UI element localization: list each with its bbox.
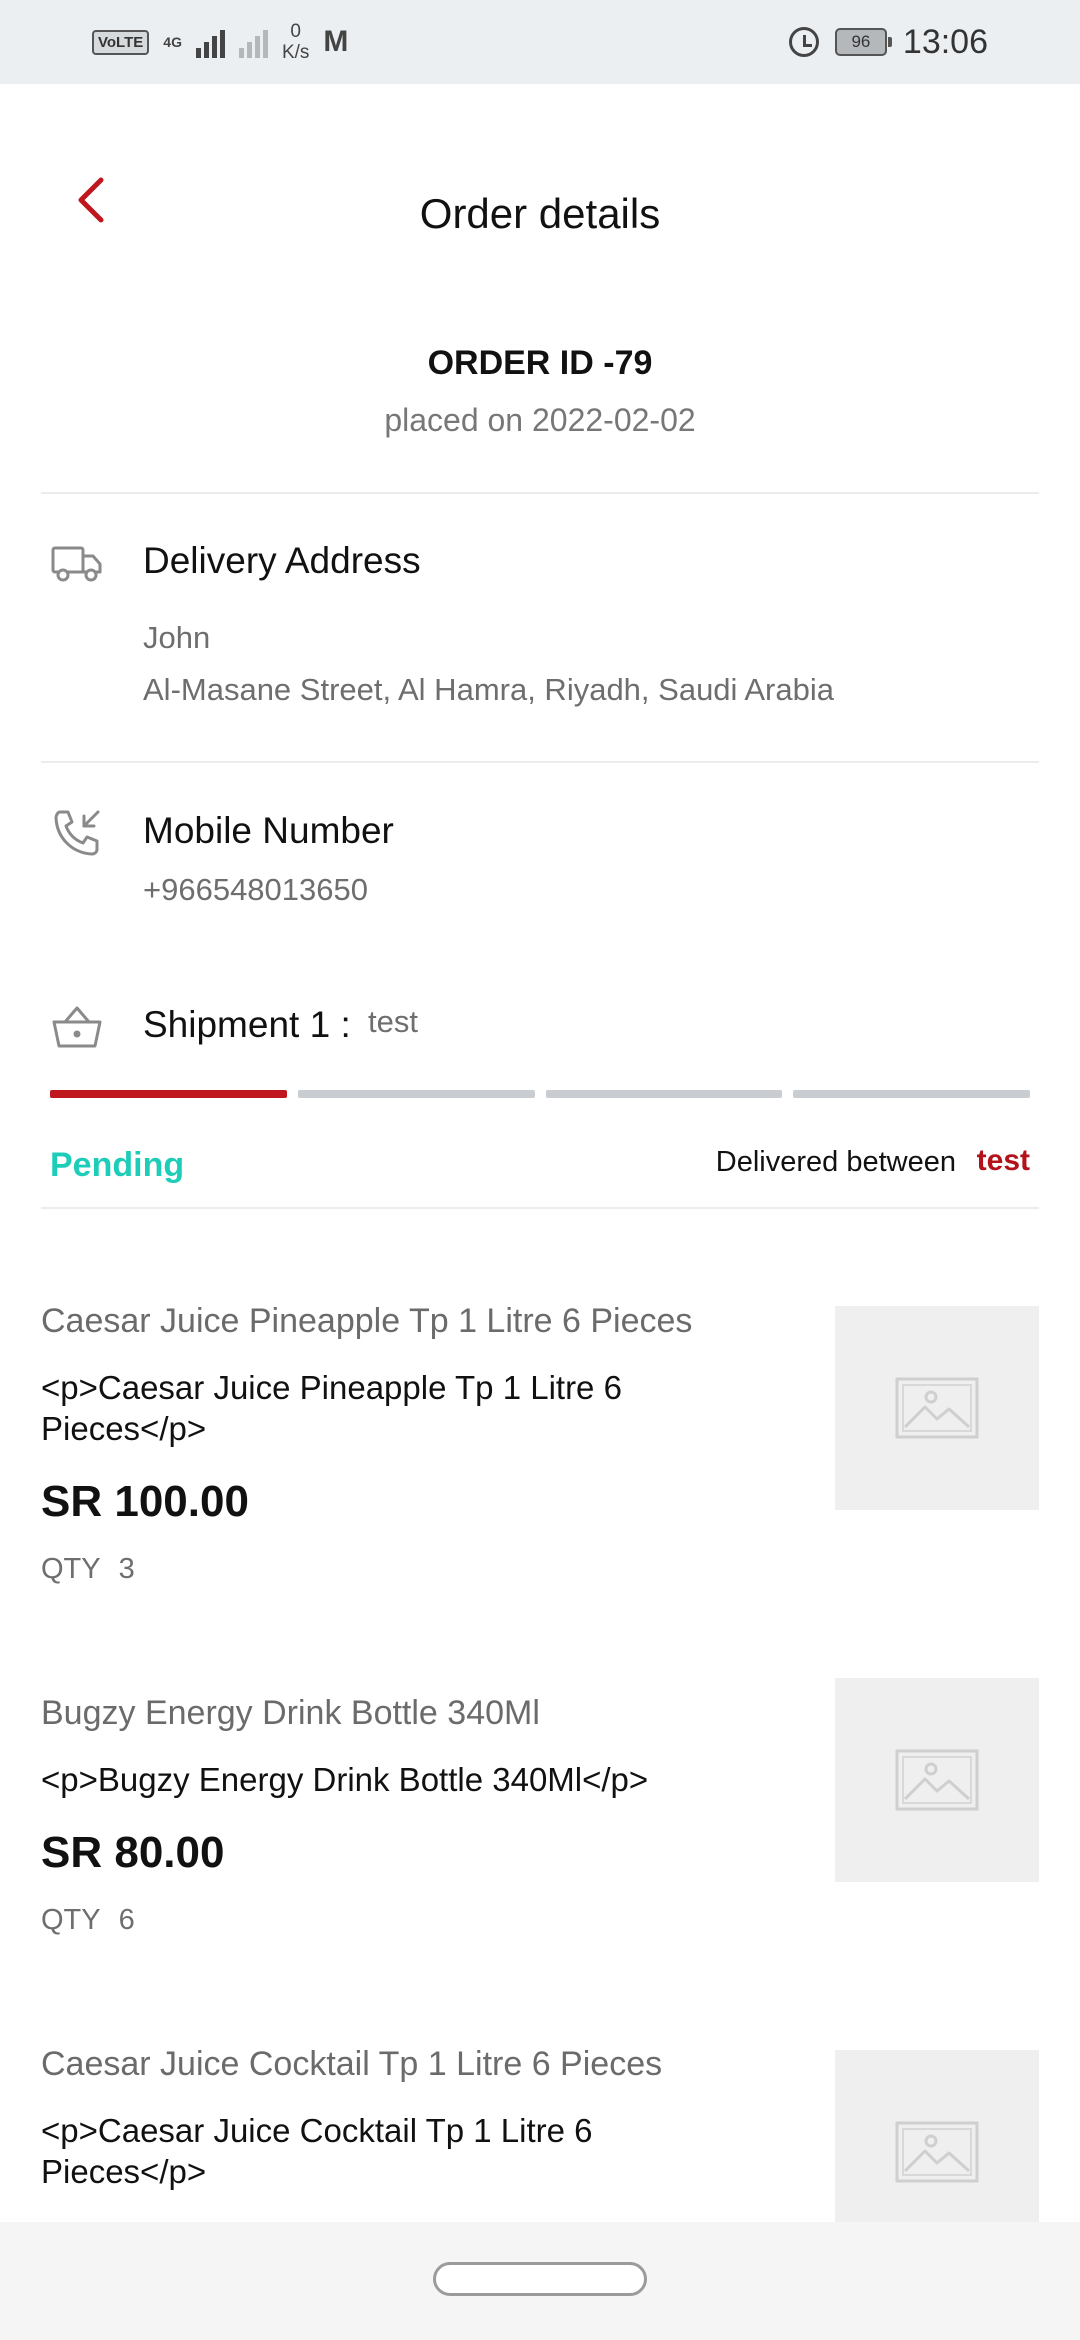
product-item[interactable]: Bugzy Energy Drink Bottle 340Ml <p>Bugzy… [41,1678,1039,1937]
progress-step-3 [545,1090,783,1098]
product-description: <p>Caesar Juice Pineapple Tp 1 Litre 6 P… [41,1369,622,1447]
product-image [835,1306,1039,1510]
shipment-status: Pending [50,1146,185,1184]
system-nav-bar [0,2222,1080,2340]
qty-label: QTY [41,1904,101,1936]
divider [41,1207,1039,1209]
phone-incoming-icon [54,810,100,856]
qty-value: 3 [118,1553,135,1585]
truck-icon [51,546,102,582]
volte-icon: VoLTE [92,29,150,55]
product-qty: QTY 3 [41,1553,1039,1586]
delivery-name: John [143,620,211,655]
shipment-progress-bar [50,1090,1030,1098]
order-date: placed on 2022-02-02 [384,402,696,438]
basket-icon [52,1006,102,1048]
image-placeholder-icon [895,1377,979,1439]
delivered-between-value: test [976,1144,1030,1177]
product-description: <p>Caesar Juice Cocktail Tp 1 Litre 6 Pi… [41,2112,593,2190]
battery-level: 96 [851,32,871,51]
progress-step-4 [793,1090,1030,1098]
page-title: Order details [419,190,661,237]
battery-icon: 96 [834,28,892,56]
progress-step-1 [50,1090,287,1098]
delivery-address: Al-Masane Street, Al Hamra, Riyadh, Saud… [143,672,834,707]
product-description: <p>Bugzy Energy Drink Bottle 340Ml</p> [41,1761,649,1798]
product-qty: QTY 6 [41,1904,1039,1937]
delivered-between-label: Delivered between [715,1146,956,1178]
status-bar: VoLTE 4G 0 K/s M 96 13:06 [0,0,1080,84]
alarm-icon [788,27,819,57]
network-speed-value: 0 [290,21,301,42]
gmail-icon: M [323,25,349,58]
network-type-label: 4G [163,34,182,50]
image-placeholder-icon [895,2121,979,2183]
home-gesture-bar[interactable] [433,2262,647,2296]
network-speed: 0 K/s [282,21,309,63]
mobile-number-title: Mobile Number [143,810,394,851]
signal-icon [195,26,225,58]
signal-secondary-icon [238,26,268,58]
network-speed-unit: K/s [281,42,310,63]
product-item[interactable]: Caesar Juice Cocktail Tp 1 Litre 6 Piece… [41,2045,1039,2254]
qty-value: 6 [118,1904,135,1936]
order-id: ORDER ID -79 [427,344,653,382]
progress-step-2 [297,1090,535,1098]
qty-label: QTY [41,1553,101,1585]
divider [41,492,1039,494]
delivery-address-title: Delivery Address [143,540,421,581]
product-image [835,1678,1039,1882]
divider [41,761,1039,763]
shipment-title: Shipment 1 : [143,1004,351,1045]
mobile-number-value: +966548013650 [143,872,368,907]
product-item[interactable]: Caesar Juice Pineapple Tp 1 Litre 6 Piec… [41,1302,1039,1586]
image-placeholder-icon [895,1749,979,1811]
shipment-note: test [368,1004,418,1039]
clock: 13:06 [902,22,988,61]
